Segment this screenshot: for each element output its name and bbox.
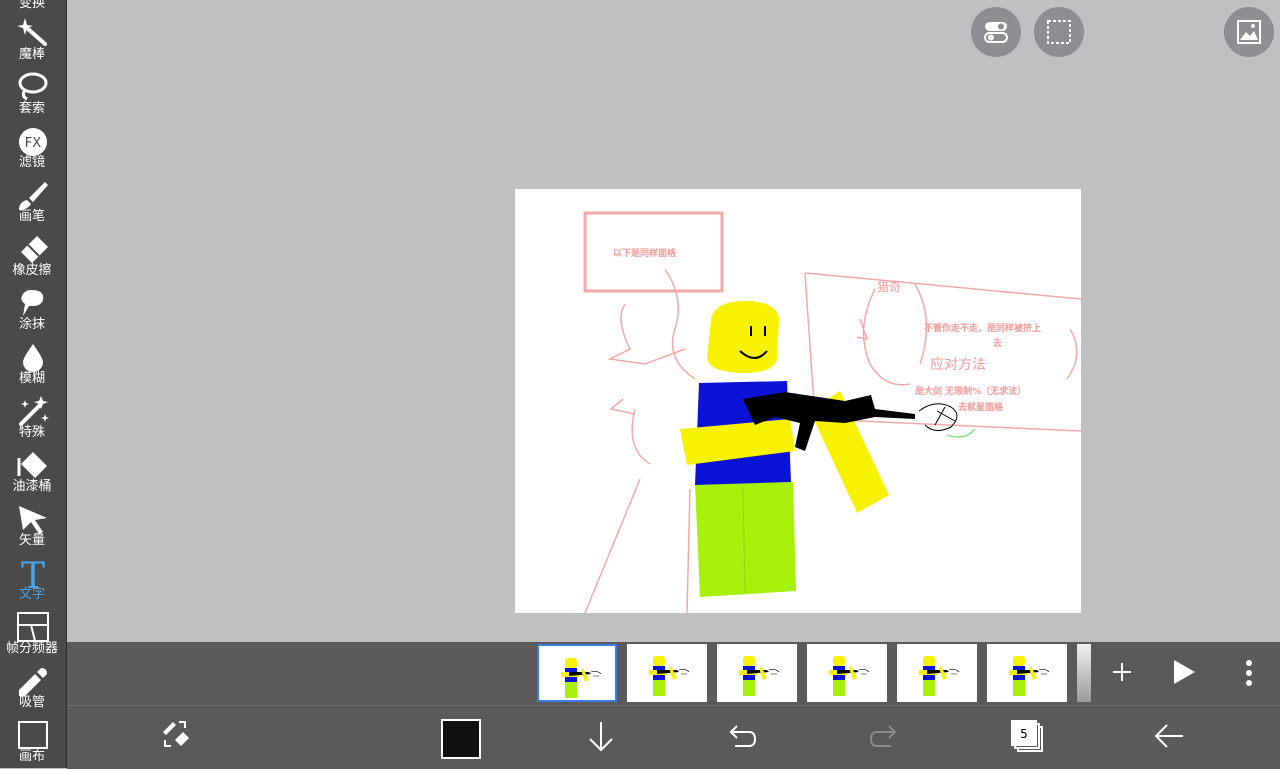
frame-thumbnail[interactable] xyxy=(897,644,977,702)
tool-filter[interactable]: FX 滤镜 xyxy=(0,120,66,174)
play-button[interactable] xyxy=(1171,658,1197,690)
undo-icon xyxy=(729,725,757,747)
tool-label: 吸管 xyxy=(18,695,45,710)
brush-icon xyxy=(19,182,48,210)
frame-thumbnail[interactable] xyxy=(717,644,797,702)
frame-preview-image xyxy=(561,658,602,698)
sketch-note-line2: 去 xyxy=(993,337,1002,349)
redo-icon xyxy=(869,725,897,747)
brush-eraser-switch-button[interactable] xyxy=(159,718,191,754)
tool-label: 橡皮擦 xyxy=(12,263,52,278)
drawing-canvas[interactable]: 以下是同样面格 不管你走不走，是同样被挤上 去 应对方法 是大剑 无限制%（无求… xyxy=(515,189,1081,613)
tool-label: 模糊 xyxy=(18,371,45,386)
bottom-toolbar: 5 xyxy=(67,705,1280,769)
tool-text[interactable]: T 文字 xyxy=(0,552,66,606)
fx-glyph: FX xyxy=(25,136,41,151)
vector-cursor-icon xyxy=(19,506,47,534)
tool-label: 画布 xyxy=(18,749,45,764)
magic-wand-icon xyxy=(17,18,47,46)
tool-label: 画笔 xyxy=(18,209,45,224)
color-swatch[interactable] xyxy=(441,719,481,759)
add-frame-button[interactable] xyxy=(1110,660,1134,688)
tool-eraser[interactable]: 橡皮擦 xyxy=(0,228,66,282)
special-sparkle-icon xyxy=(19,396,49,426)
blur-drop-icon xyxy=(23,344,43,372)
frames-more-button[interactable] xyxy=(1239,658,1259,692)
layer-count: 5 xyxy=(1020,727,1028,741)
undo-button[interactable] xyxy=(727,724,757,752)
arrow-left-icon xyxy=(1154,724,1183,748)
tool-label: 矢量 xyxy=(18,533,45,548)
frame-thumbnail[interactable] xyxy=(807,644,887,702)
image-gallery-icon xyxy=(1237,20,1261,44)
transform-tool-partial[interactable]: 变换 xyxy=(0,0,64,11)
toggle-settings-button[interactable] xyxy=(971,7,1021,57)
layers-button[interactable]: 5 xyxy=(1011,720,1045,758)
sketch-note-line4: 去就是面格 xyxy=(958,401,1004,413)
tool-label: 魔棒 xyxy=(18,47,45,62)
sketch-note-line1: 不管你走不走，是同样被挤上 xyxy=(924,322,1041,334)
eyedropper-icon xyxy=(19,668,47,696)
tool-label: 帧分频器 xyxy=(5,641,58,656)
tool-smudge[interactable]: 涂抹 xyxy=(0,282,66,336)
canvas-icon xyxy=(18,721,48,749)
sketch-scribble-top: 猎奇 xyxy=(877,280,901,294)
frame-preview-image xyxy=(1009,656,1050,696)
eraser-icon xyxy=(21,236,48,263)
tool-label: 文字 xyxy=(18,587,45,602)
frame-preview-image xyxy=(649,656,690,696)
frame-thumbnail[interactable] xyxy=(537,644,617,702)
sketch-note-line3: 是大剑 无限制%（无求法） xyxy=(914,385,1026,397)
plus-icon xyxy=(1113,663,1131,681)
tool-sidebar: 变换 魔棒 套索 FX 滤镜 画笔 橡皮擦 涂抹 模糊 特殊 油漆桶 矢量 T … xyxy=(0,0,67,768)
smudge-icon xyxy=(21,290,44,316)
tool-blur[interactable]: 模糊 xyxy=(0,336,66,390)
tool-canvas[interactable]: 画布 xyxy=(0,714,66,768)
gallery-button[interactable] xyxy=(1224,7,1274,57)
tool-brush[interactable]: 画笔 xyxy=(0,174,66,228)
tool-paint-bucket[interactable]: 油漆桶 xyxy=(0,444,66,498)
down-button[interactable] xyxy=(587,718,615,758)
tool-label: 油漆桶 xyxy=(12,479,52,494)
frame-preview-image xyxy=(829,656,870,696)
toggle-settings-icon xyxy=(984,22,1008,43)
layers-icon: 5 xyxy=(1011,720,1043,752)
transform-tool-label: 变换 xyxy=(18,0,45,11)
redo-button[interactable] xyxy=(869,724,899,752)
tool-label: 套索 xyxy=(18,101,45,116)
animation-frames-bar xyxy=(67,642,1280,705)
play-icon xyxy=(1174,660,1195,684)
tool-eyedropper[interactable]: 吸管 xyxy=(0,660,66,714)
artwork-illustration: 以下是同样面格 不管你走不走，是同样被挤上 去 应对方法 是大剑 无限制%（无求… xyxy=(583,211,1081,613)
tool-label: 特殊 xyxy=(18,425,45,440)
back-button[interactable] xyxy=(1153,722,1185,754)
frame-thumbnail[interactable] xyxy=(627,644,707,702)
tool-special[interactable]: 特殊 xyxy=(0,390,66,444)
tool-vector[interactable]: 矢量 xyxy=(0,498,66,552)
tool-magic-wand[interactable]: 魔棒 xyxy=(0,12,66,66)
frame-preview-image xyxy=(739,656,780,696)
frames-scrollbar[interactable] xyxy=(1077,644,1091,702)
frame-divider-icon xyxy=(17,612,49,642)
sketch-box-title: 以下是同样面格 xyxy=(613,247,677,259)
selection-button[interactable] xyxy=(1034,7,1084,57)
brush-eraser-swap-icon xyxy=(163,721,189,747)
frame-preview-image xyxy=(919,656,960,696)
paint-bucket-icon xyxy=(17,452,47,478)
frame-thumbnail[interactable] xyxy=(987,644,1067,702)
selection-marquee-icon xyxy=(1047,20,1071,44)
lasso-icon xyxy=(18,72,48,101)
sketch-handwritten: 应对方法 xyxy=(930,356,986,373)
tool-label: 涂抹 xyxy=(18,317,45,332)
more-vertical-icon xyxy=(1246,660,1252,686)
tool-lasso[interactable]: 套索 xyxy=(0,66,66,120)
fx-filter-icon: FX xyxy=(19,128,47,156)
tool-frame-divider[interactable]: 帧分频器 xyxy=(0,606,66,660)
arrow-down-icon xyxy=(589,722,613,752)
tool-label: 滤镜 xyxy=(18,155,45,170)
